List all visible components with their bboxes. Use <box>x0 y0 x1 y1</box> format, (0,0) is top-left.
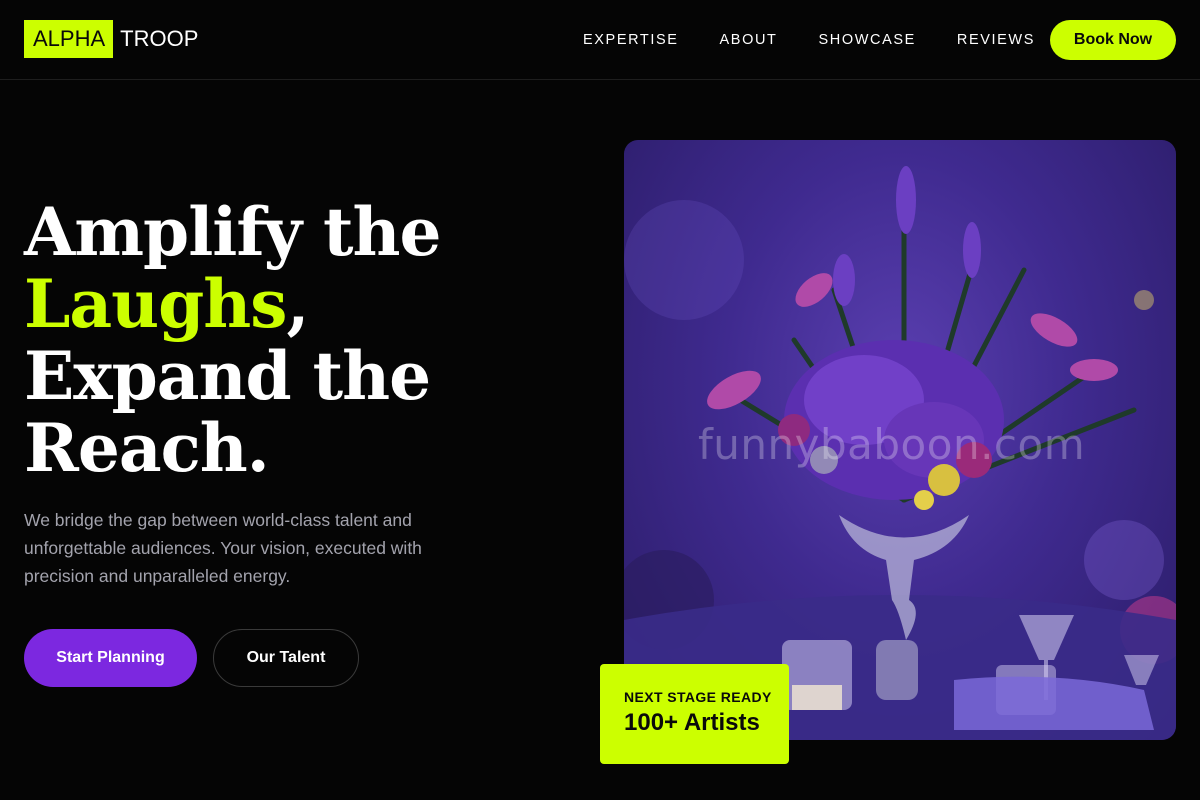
nav-showcase[interactable]: SHOWCASE <box>818 31 915 49</box>
nav-about[interactable]: ABOUT <box>720 31 778 49</box>
main-nav: EXPERTISE ABOUT SHOWCASE REVIEWS <box>583 31 1076 49</box>
site-header: ALPHA TROOP EXPERTISE ABOUT SHOWCASE REV… <box>0 0 1200 80</box>
hero-title-line-1: Amplify the <box>24 193 442 271</box>
hero-title-line-4: Reach. <box>24 409 270 487</box>
brand-logo[interactable]: ALPHA TROOP <box>24 20 198 58</box>
book-now-button[interactable]: Book Now <box>1050 20 1176 60</box>
hero-title-comma: , <box>286 265 309 343</box>
stat-label: NEXT STAGE READY <box>624 689 772 705</box>
nav-reviews[interactable]: REVIEWS <box>957 31 1035 49</box>
logo-text: TROOP <box>120 26 199 51</box>
hero-image: funnybaboon.com <box>624 140 1176 740</box>
logo-highlight: ALPHA <box>24 20 114 58</box>
image-watermark: funnybaboon.com <box>698 420 1086 469</box>
start-planning-button[interactable]: Start Planning <box>24 629 197 687</box>
nav-expertise[interactable]: EXPERTISE <box>583 31 679 49</box>
hero-title-line-2: Laughs, <box>24 268 441 340</box>
hero-description: We bridge the gap between world-class ta… <box>24 510 422 586</box>
artists-stat-card: NEXT STAGE READY 100+ Artists <box>600 664 789 764</box>
hero-title-line-3: Expand the <box>24 337 431 415</box>
our-talent-button[interactable]: Our Talent <box>213 629 359 687</box>
hero-title-accent: Laughs <box>24 265 287 343</box>
stat-value: 100+ Artists <box>624 709 760 736</box>
hero-title: Amplify the Laughs, Expand the Reach. <box>24 193 442 487</box>
